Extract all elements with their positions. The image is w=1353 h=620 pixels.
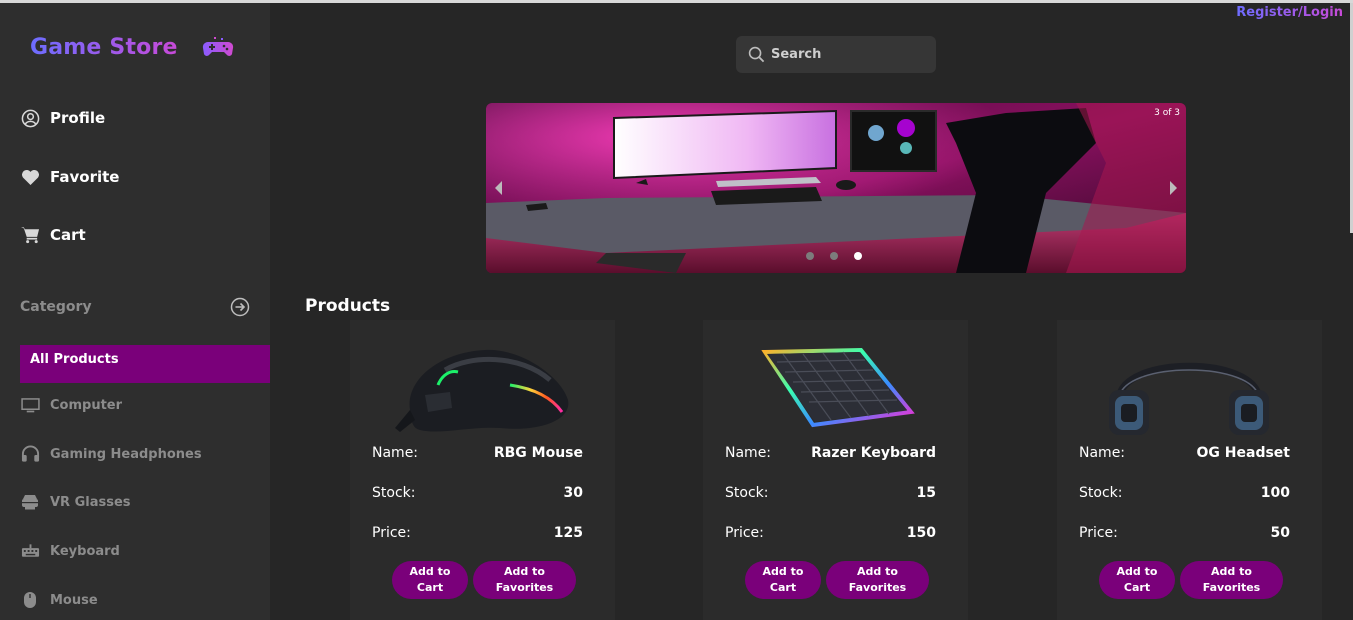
category-header: Category <box>20 297 250 317</box>
user-circle-icon <box>20 108 40 128</box>
product-name: OG Headset <box>1196 445 1290 461</box>
arrow-right-circle-icon[interactable] <box>230 297 250 317</box>
register-login-link[interactable]: Register/Login <box>1236 5 1343 20</box>
carousel-counter: 3 of 3 <box>1154 108 1180 118</box>
product-stock-row: Stock: 30 <box>372 485 583 501</box>
nav-profile[interactable]: Profile <box>20 108 105 128</box>
product-price: 50 <box>1270 525 1290 541</box>
category-keyboard[interactable]: Keyboard <box>20 542 120 560</box>
category-heading: Category <box>20 299 92 315</box>
carousel-dot-1[interactable] <box>806 252 814 260</box>
category-vr-glasses-label: VR Glasses <box>50 494 131 510</box>
name-label: Name: <box>372 445 419 461</box>
heart-icon <box>20 167 40 187</box>
add-to-cart-button[interactable]: Add to Cart <box>1099 561 1175 599</box>
product-image-mouse <box>395 349 569 432</box>
products-heading: Products <box>305 296 391 316</box>
name-label: Name: <box>725 445 772 461</box>
product-stock-row: Stock: 15 <box>725 485 936 501</box>
carousel-dot-3[interactable] <box>854 252 862 260</box>
search-bar[interactable] <box>736 36 936 73</box>
nav-cart[interactable]: Cart <box>20 225 86 245</box>
product-stock: 15 <box>916 485 936 501</box>
brand-name: Game Store <box>30 35 178 60</box>
add-to-favorites-button[interactable]: Add to Favorites <box>473 561 576 599</box>
nav-profile-label: Profile <box>50 109 106 127</box>
product-stock-row: Stock: 100 <box>1079 485 1290 501</box>
cart-icon <box>20 225 40 245</box>
stock-label: Stock: <box>372 485 416 501</box>
carousel-indicators <box>806 252 862 260</box>
price-label: Price: <box>1079 525 1118 541</box>
product-price: 125 <box>553 525 583 541</box>
category-keyboard-label: Keyboard <box>50 543 120 559</box>
category-computer[interactable]: Computer <box>20 396 122 414</box>
carousel-dot-2[interactable] <box>830 252 838 260</box>
add-to-cart-button[interactable]: Add to Cart <box>392 561 468 599</box>
product-card: Name: Razer Keyboard Stock: 15 Price: 15… <box>703 320 968 620</box>
monitor-icon <box>20 396 40 414</box>
search-input[interactable] <box>771 47 921 62</box>
mouse-icon <box>20 591 40 609</box>
headphones-icon <box>20 445 40 463</box>
product-stock: 100 <box>1260 485 1290 501</box>
category-mouse-label: Mouse <box>50 592 98 608</box>
banner-carousel: 3 of 3 <box>486 103 1186 273</box>
nav-favorite[interactable]: Favorite <box>20 167 119 187</box>
add-to-favorites-button[interactable]: Add to Favorites <box>1180 561 1283 599</box>
stock-label: Stock: <box>1079 485 1123 501</box>
product-name-row: Name: RBG Mouse <box>372 445 583 461</box>
price-label: Price: <box>372 525 411 541</box>
product-price: 150 <box>906 525 936 541</box>
product-name-row: Name: Razer Keyboard <box>725 445 936 461</box>
carousel-slide-image <box>486 103 1186 273</box>
product-name: Razer Keyboard <box>811 445 936 461</box>
product-name: RBG Mouse <box>493 445 583 461</box>
keyboard-icon <box>20 542 40 560</box>
product-name-row: Name: OG Headset <box>1079 445 1290 461</box>
category-all-products[interactable]: All Products <box>20 345 270 383</box>
product-image-headset <box>1109 362 1269 435</box>
carousel-next-icon[interactable] <box>1166 179 1180 197</box>
vr-headset-icon <box>20 493 40 511</box>
product-card: Name: RBG Mouse Stock: 30 Price: 125 Add… <box>350 320 615 620</box>
category-mouse[interactable]: Mouse <box>20 591 98 609</box>
add-to-cart-button[interactable]: Add to Cart <box>745 561 821 599</box>
nav-favorite-label: Favorite <box>50 168 120 186</box>
search-icon <box>748 46 765 63</box>
product-price-row: Price: 50 <box>1079 525 1290 541</box>
gamepad-icon <box>202 36 233 56</box>
category-gaming-headphones-label: Gaming Headphones <box>50 446 202 462</box>
add-to-favorites-button[interactable]: Add to Favorites <box>826 561 929 599</box>
product-price-row: Price: 150 <box>725 525 936 541</box>
product-card: Name: OG Headset Stock: 100 Price: 50 Ad… <box>1057 320 1322 620</box>
product-stock: 30 <box>563 485 583 501</box>
logo[interactable]: Game Store <box>30 35 234 60</box>
category-vr-glasses[interactable]: VR Glasses <box>20 493 131 511</box>
price-label: Price: <box>725 525 764 541</box>
carousel-prev-icon[interactable] <box>492 179 506 197</box>
nav-cart-label: Cart <box>50 226 86 244</box>
name-label: Name: <box>1079 445 1126 461</box>
category-gaming-headphones[interactable]: Gaming Headphones <box>20 445 202 463</box>
product-image-keyboard <box>761 347 915 428</box>
sidebar: Game Store Profile Favorite Cart Categor… <box>0 3 270 620</box>
stock-label: Stock: <box>725 485 769 501</box>
category-computer-label: Computer <box>50 397 123 413</box>
product-price-row: Price: 125 <box>372 525 583 541</box>
category-all-products-label: All Products <box>30 352 119 367</box>
